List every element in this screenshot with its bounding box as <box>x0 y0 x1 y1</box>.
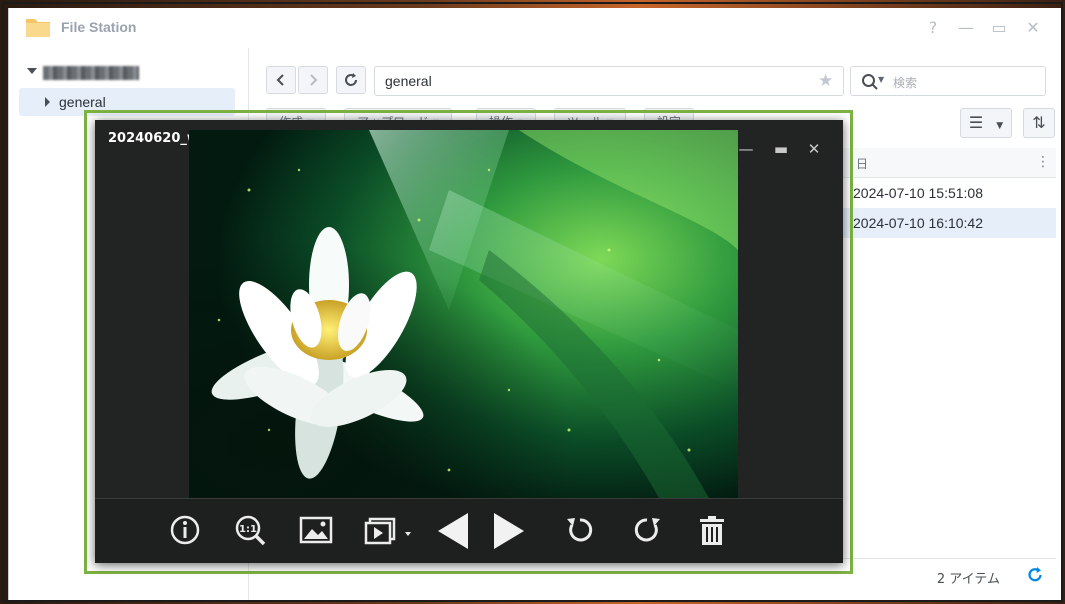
screenshot-border <box>2 2 1063 602</box>
